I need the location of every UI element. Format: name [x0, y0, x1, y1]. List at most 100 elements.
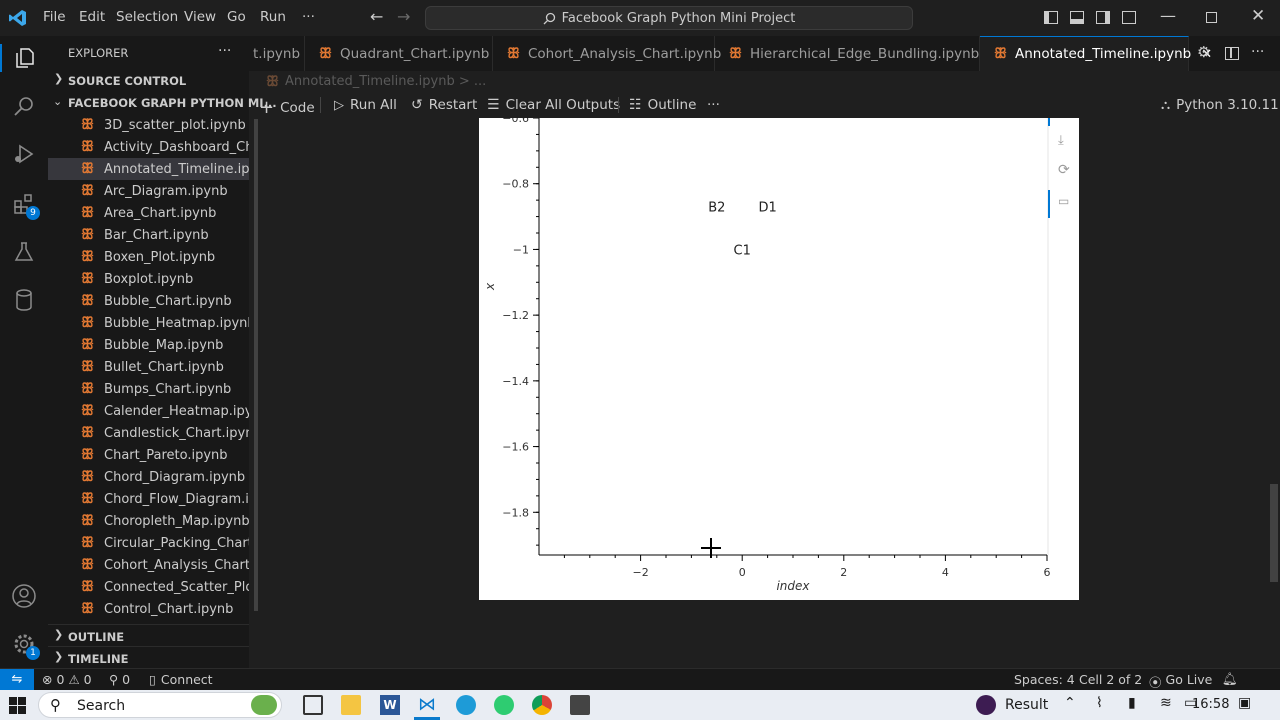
bell-icon[interactable]: 🔔︎: [1222, 671, 1238, 687]
account-icon[interactable]: [10, 582, 38, 610]
menu-go[interactable]: Go: [227, 9, 246, 25]
restart-button[interactable]: ↺ Restart: [411, 97, 477, 113]
forward-arrow-icon[interactable]: →: [397, 7, 410, 26]
tab-cohort-analysis[interactable]: ꕥ Cohort_Analysis_Chart.ipynb: [493, 36, 721, 71]
file-item[interactable]: ꕥ Circular_Packing_Chart.i...: [48, 532, 249, 554]
outline-button[interactable]: ☷ Outline: [629, 97, 696, 113]
file-item[interactable]: ꕥ Bullet_Chart.ipynb: [48, 356, 249, 378]
remote-indicator-icon[interactable]: ⇋: [0, 669, 34, 690]
toggle-panel-icon[interactable]: [1070, 11, 1084, 24]
camera-icon[interactable]: ▮: [1128, 695, 1136, 711]
file-item[interactable]: ꕥ Boxplot.ipynb: [48, 268, 249, 290]
command-center-search[interactable]: Facebook Graph Python Mini Project: [425, 6, 913, 30]
menu-edit[interactable]: Edit: [79, 9, 105, 25]
notebook-icon: ꕥ: [81, 117, 94, 133]
calculator-icon[interactable]: [570, 695, 590, 715]
file-item[interactable]: ꕥ Boxen_Plot.ipynb: [48, 246, 249, 268]
toggle-primary-sidebar-icon[interactable]: [1044, 11, 1058, 24]
premier-league-icon[interactable]: [976, 695, 996, 715]
back-arrow-icon[interactable]: ←: [370, 7, 383, 26]
widget-result-label[interactable]: Result: [1005, 697, 1048, 713]
word-icon[interactable]: W: [380, 695, 400, 715]
network-icon[interactable]: ⌇: [1096, 695, 1103, 711]
ports-indicator[interactable]: ⚲ 0: [109, 672, 130, 687]
menu-more[interactable]: ···: [302, 9, 315, 25]
outline-section[interactable]: ❯ OUTLINE: [48, 624, 249, 646]
project-section[interactable]: ⌄ FACEBOOK GRAPH PYTHON MI...: [48, 92, 277, 114]
vscode-taskbar-icon[interactable]: ⋈: [418, 695, 438, 715]
tab-quadrant-chart[interactable]: ꕥ Quadrant_Chart.ipynb: [305, 36, 493, 71]
database-icon[interactable]: [10, 286, 38, 314]
file-item[interactable]: ꕥ Bubble_Chart.ipynb: [48, 290, 249, 312]
download-icon[interactable]: ⤓: [1058, 133, 1064, 148]
go-live-button[interactable]: ⦿ Go Live: [1149, 672, 1212, 691]
notification-icon[interactable]: ▣: [1238, 695, 1251, 711]
editor-scrollbar[interactable]: [1270, 484, 1278, 582]
file-item[interactable]: ꕥ Bumps_Chart.ipynb: [48, 378, 249, 400]
file-item[interactable]: ꕥ Cohort_Analysis_Chart.i...: [48, 554, 249, 576]
edge-icon[interactable]: [456, 695, 476, 715]
file-item[interactable]: ꕥ Connected_Scatter_Plot...: [48, 576, 249, 598]
search-icon[interactable]: [10, 92, 38, 120]
whatsapp-icon[interactable]: [494, 695, 514, 715]
run-all-button[interactable]: ▷ Run All: [334, 97, 397, 113]
file-item[interactable]: ꕥ Bar_Chart.ipynb: [48, 224, 249, 246]
add-code-button[interactable]: + Code: [259, 97, 315, 118]
restore-icon[interactable]: [1206, 12, 1217, 23]
file-item[interactable]: ꕥ Choropleth_Map.ipynb: [48, 510, 249, 532]
cell-indicator[interactable]: Cell 2 of 2: [1079, 672, 1142, 687]
tab-hierarchical-edge[interactable]: ꕥ Hierarchical_Edge_Bundling.ipynb: [715, 36, 980, 71]
chrome-icon[interactable]: [532, 695, 552, 715]
file-item[interactable]: ꕥ 3D_scatter_plot.ipynb: [48, 114, 249, 136]
explorer-more-button[interactable]: ···: [218, 43, 231, 59]
run-debug-icon[interactable]: [10, 140, 38, 168]
windows-start-icon[interactable]: [9, 697, 26, 714]
kernel-picker[interactable]: ⛬ Python 3.10.11: [1161, 97, 1279, 113]
timeline-section[interactable]: ❯ TIMELINE: [48, 646, 249, 668]
split-editor-icon[interactable]: [1225, 47, 1239, 60]
wifi-icon[interactable]: ≋: [1160, 695, 1172, 711]
file-item[interactable]: ꕥ Bubble_Map.ipynb: [48, 334, 249, 356]
menu-selection[interactable]: Selection: [116, 9, 178, 25]
file-item[interactable]: ꕥ Chart_Pareto.ipynb: [48, 444, 249, 466]
toggle-secondary-sidebar-icon[interactable]: [1096, 11, 1110, 24]
tab-partial[interactable]: t.ipynb: [249, 36, 305, 71]
clock-time[interactable]: 16:58: [1192, 697, 1229, 712]
testing-flask-icon[interactable]: [10, 238, 38, 266]
file-item[interactable]: ꕥ Chord_Diagram.ipynb: [48, 466, 249, 488]
file-item[interactable]: ꕥ Arc_Diagram.ipynb: [48, 180, 249, 202]
clear-outputs-button[interactable]: ☰ Clear All Outputs: [487, 97, 620, 113]
breadcrumb[interactable]: ꕥ Annotated_Timeline.ipynb > ...: [266, 74, 486, 90]
file-item[interactable]: ꕥ Bubble_Heatmap.ipynb: [48, 312, 249, 334]
file-item[interactable]: ꕥ Candlestick_Chart.ipynb: [48, 422, 249, 444]
file-item[interactable]: ꕥ Activity_Dashboard_Ch...: [48, 136, 249, 158]
file-item[interactable]: ꕥ Calender_Heatmap.ipynb: [48, 400, 249, 422]
source-control-section[interactable]: ❯ SOURCE CONTROL: [48, 70, 249, 92]
gear-icon[interactable]: ⚙: [1197, 43, 1210, 61]
menu-view[interactable]: View: [184, 9, 216, 25]
y-tick-label: −1.8: [502, 506, 529, 519]
connect-button[interactable]: ▯ Connect: [149, 672, 213, 687]
menu-run[interactable]: Run: [260, 9, 286, 25]
file-item[interactable]: ꕥ Area_Chart.ipynb: [48, 202, 249, 224]
problems-indicator[interactable]: ⊗ 0 ⚠ 0: [42, 672, 92, 687]
taskbar-search-box[interactable]: ⚲ Search: [38, 692, 282, 718]
close-window-icon[interactable]: ✕: [1251, 6, 1265, 26]
indentation-indicator[interactable]: Spaces: 4: [1014, 672, 1075, 687]
refresh-icon[interactable]: ⟳: [1058, 162, 1070, 178]
more-actions-icon[interactable]: ···: [1251, 44, 1264, 60]
minimize-icon[interactable]: —: [1160, 6, 1176, 25]
menu-file[interactable]: File: [43, 9, 66, 25]
explorer-icon[interactable]: [0, 44, 48, 72]
sidebar-scrollbar[interactable]: [254, 119, 258, 611]
file-explorer-icon[interactable]: [341, 695, 361, 715]
comment-icon[interactable]: ▭: [1058, 194, 1069, 208]
file-item[interactable]: ꕥ Annotated_Timeline.ipy...: [48, 158, 249, 180]
customize-layout-icon[interactable]: [1122, 11, 1136, 24]
file-item[interactable]: ꕥ Control_Chart.ipynb: [48, 598, 249, 620]
file-item[interactable]: ꕥ Chord_Flow_Diagram.ip...: [48, 488, 249, 510]
tab-annotated-timeline[interactable]: ꕥ Annotated_Timeline.ipynb ✕: [980, 36, 1212, 71]
chevron-up-icon[interactable]: ⌃: [1064, 695, 1076, 711]
task-view-icon[interactable]: [303, 695, 323, 715]
toolbar-more-button[interactable]: ···: [707, 97, 720, 113]
